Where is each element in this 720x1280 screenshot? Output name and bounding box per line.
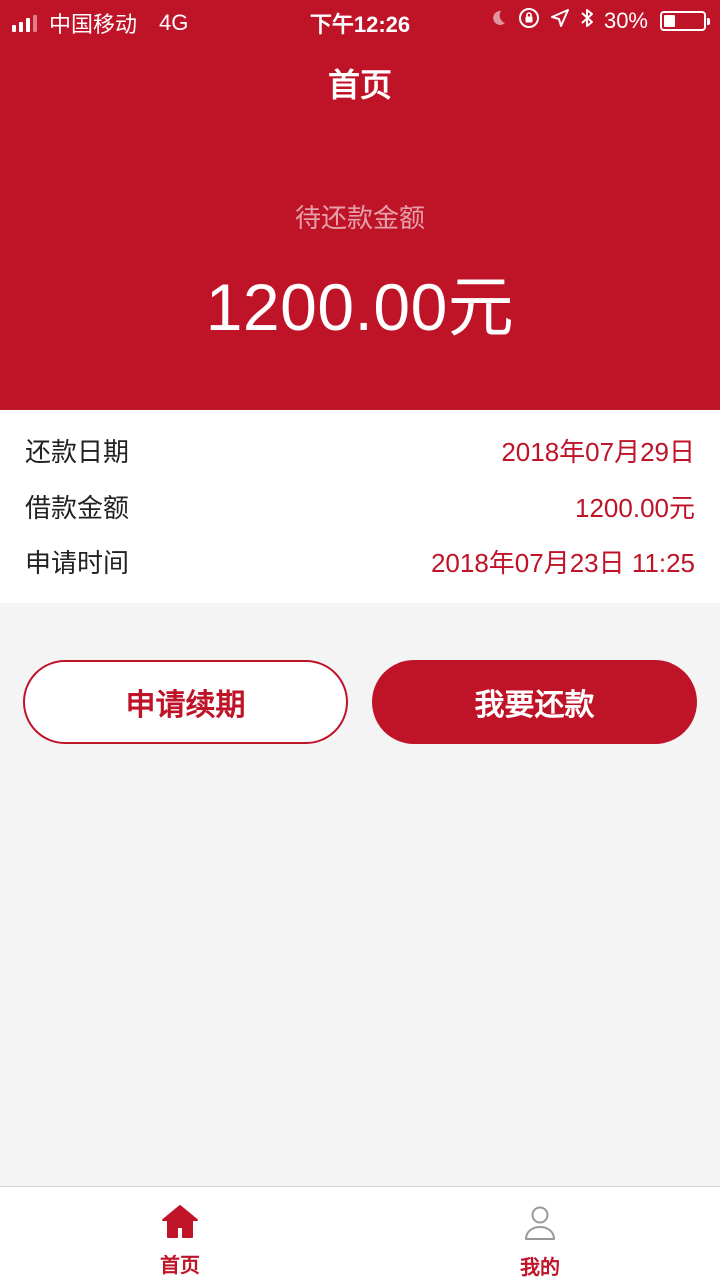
header-area: 中国移动 4G 下午12:26 30% 首页 待还款金额 1200.00元	[0, 0, 720, 410]
home-icon	[162, 1205, 198, 1238]
detail-row-loan-amount: 借款金额 1200.00元	[0, 486, 720, 526]
tab-label: 我的	[520, 1257, 560, 1279]
tab-mine[interactable]: 我的	[360, 1187, 720, 1280]
due-amount-value: 1200.00元	[205, 270, 515, 344]
status-right: 30%	[488, 7, 710, 35]
user-icon	[525, 1206, 555, 1240]
battery-percent: 30%	[603, 8, 648, 33]
orientation-lock-icon	[518, 7, 540, 35]
status-bar: 中国移动 4G 下午12:26 30%	[0, 0, 720, 40]
page-title: 首页	[327, 67, 392, 103]
detail-row-apply-time: 申请时间 2018年07月23日 11:25	[0, 541, 720, 581]
due-amount-label: 待还款金额	[294, 203, 425, 233]
moon-icon	[488, 8, 508, 34]
detail-label: 申请时间	[25, 547, 130, 578]
tab-bar: 首页 我的	[0, 1186, 720, 1280]
apply-renewal-button[interactable]: 申请续期	[23, 660, 348, 744]
detail-value: 1200.00元	[575, 492, 695, 523]
loan-details: 还款日期 2018年07月29日 借款金额 1200.00元 申请时间 2018…	[0, 410, 720, 603]
tab-home[interactable]: 首页	[0, 1187, 360, 1280]
detail-label: 还款日期	[25, 436, 130, 467]
bluetooth-icon	[580, 7, 594, 35]
battery-icon	[660, 11, 710, 31]
repay-button[interactable]: 我要还款	[372, 660, 697, 744]
detail-value: 2018年07月29日	[501, 436, 695, 467]
tab-label: 首页	[160, 1255, 200, 1277]
detail-value: 2018年07月23日 11:25	[430, 547, 695, 578]
detail-label: 借款金额	[25, 492, 130, 523]
detail-row-repay-date: 还款日期 2018年07月29日	[0, 430, 720, 470]
location-icon	[550, 8, 570, 34]
